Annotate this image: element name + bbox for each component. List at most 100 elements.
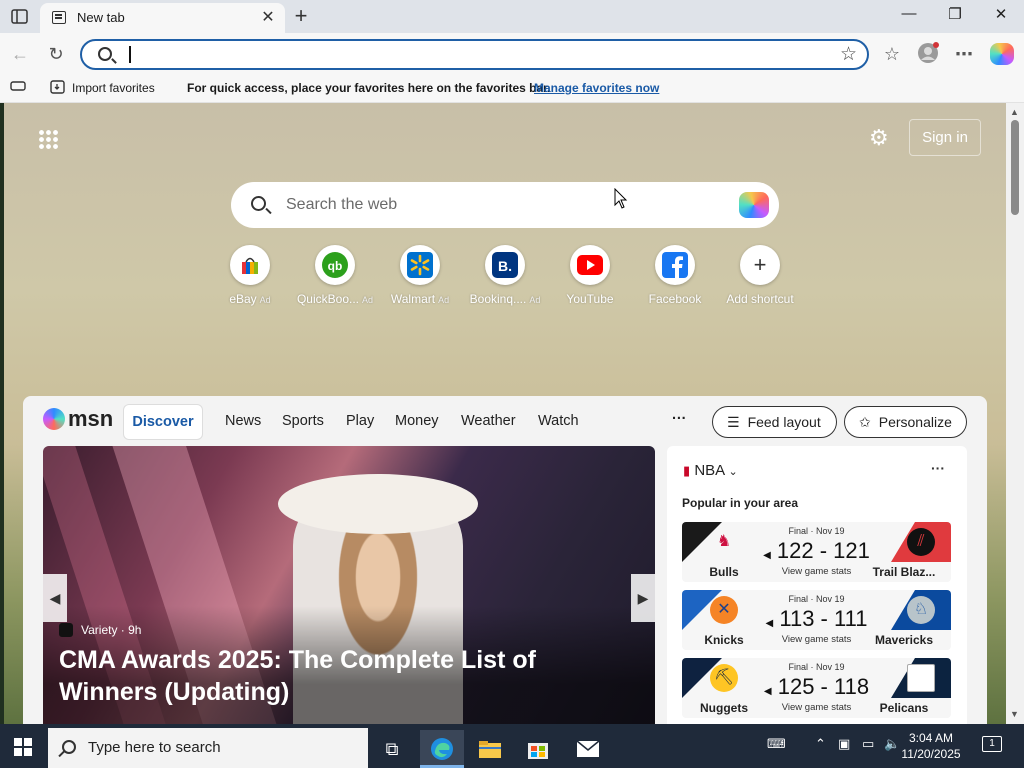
feed-layout-label: Feed layout bbox=[747, 414, 821, 430]
story-source-text: Variety · 9h bbox=[81, 623, 142, 637]
ad-badge: Ad bbox=[529, 295, 541, 305]
refresh-button[interactable]: ↻ bbox=[44, 42, 68, 66]
msn-logo[interactable]: msn bbox=[43, 406, 113, 432]
address-bar[interactable]: ☆ bbox=[80, 39, 869, 70]
chevron-down-icon: ⌄ bbox=[728, 466, 738, 478]
story-source: Variety · 9h bbox=[59, 623, 141, 637]
card-more-button[interactable]: ··· bbox=[931, 460, 945, 476]
home-team: Bulls bbox=[709, 565, 739, 579]
web-search-box[interactable]: Search the web bbox=[231, 182, 779, 228]
shortcut-facebook[interactable]: Facebook bbox=[635, 245, 715, 306]
favorites-button[interactable]: ☆ bbox=[880, 42, 904, 66]
search-icon bbox=[62, 740, 76, 754]
new-tab-icon bbox=[52, 11, 66, 24]
settings-more-button[interactable]: ⋯ bbox=[952, 42, 976, 66]
minimize-button[interactable]: — bbox=[897, 5, 921, 27]
game-card[interactable]: ♞ ⫽ Final · Nov 19 ◀ 122 - 121 View game… bbox=[682, 522, 951, 582]
feed-layout-button[interactable]: ☰ Feed layout bbox=[712, 406, 837, 438]
sign-in-button[interactable]: Sign in bbox=[909, 119, 981, 156]
page-scrollbar[interactable]: ▲ ▼ bbox=[1006, 103, 1024, 724]
carousel-prev-button[interactable]: ◀ bbox=[43, 574, 67, 622]
carousel-next-button[interactable]: ▶ bbox=[631, 574, 655, 622]
scroll-down-icon[interactable]: ▼ bbox=[1010, 709, 1019, 719]
league-selector[interactable]: ▮ NBA ⌄ bbox=[683, 462, 738, 479]
profile-button[interactable] bbox=[916, 42, 940, 66]
score-text: 125 - 118 bbox=[777, 674, 870, 699]
game-status: Final · Nov 19 bbox=[788, 526, 845, 536]
tab-play[interactable]: Play bbox=[346, 413, 374, 429]
copilot-icon[interactable] bbox=[739, 192, 769, 218]
import-favorites-button[interactable]: Import favorites bbox=[72, 81, 155, 95]
new-tab-button[interactable]: + bbox=[290, 3, 312, 29]
meet-now-icon[interactable]: ▣ bbox=[838, 736, 850, 752]
walmart-icon bbox=[400, 245, 440, 285]
booking-icon: B. bbox=[485, 245, 525, 285]
favorites-hint: For quick access, place your favorites h… bbox=[187, 81, 551, 95]
shortcut-label: Walmart bbox=[390, 292, 436, 306]
profile-avatar-icon bbox=[918, 42, 939, 63]
msn-logo-text: msn bbox=[68, 406, 114, 431]
import-icon bbox=[50, 79, 66, 98]
game-card[interactable]: ⛏ Final · Nov 19 ◀ 125 - 118 View game s… bbox=[682, 658, 951, 718]
microsoft-store-icon[interactable] bbox=[516, 730, 560, 768]
tab-news[interactable]: News bbox=[225, 413, 261, 429]
copilot-icon[interactable] bbox=[990, 43, 1014, 65]
shortcut-add[interactable]: + Add shortcut bbox=[720, 245, 800, 306]
shortcut-label: eBay bbox=[229, 292, 257, 306]
nba-logo-icon: ▮ bbox=[683, 463, 691, 478]
file-explorer-icon[interactable] bbox=[468, 730, 512, 768]
restore-button[interactable]: ❐ bbox=[943, 5, 967, 27]
sliders-icon: ☰ bbox=[727, 414, 740, 430]
tab-money[interactable]: Money bbox=[395, 413, 439, 429]
tab-actions-icon bbox=[11, 9, 28, 24]
hero-image-hat bbox=[278, 474, 478, 534]
task-view-icon[interactable]: ⧉ bbox=[370, 730, 414, 768]
shortcut-youtube[interactable]: YouTube bbox=[550, 245, 630, 306]
hero-story-card[interactable]: ◀ ▶ Variety · 9h CMA Awards 2025: The Co… bbox=[43, 446, 655, 724]
score-text: 122 - 121 bbox=[776, 538, 870, 563]
ad-badge: Ad bbox=[438, 295, 450, 305]
mail-icon[interactable] bbox=[566, 730, 610, 768]
tab-sports[interactable]: Sports bbox=[282, 413, 324, 429]
search-icon bbox=[251, 196, 266, 211]
tab-actions-button[interactable] bbox=[8, 6, 32, 28]
game-score: ◀ 125 - 118 bbox=[763, 674, 870, 699]
manage-favorites-link[interactable]: Manage favorites now bbox=[534, 81, 659, 95]
quickbooks-icon: qb bbox=[315, 245, 355, 285]
close-window-button[interactable]: ✕ bbox=[989, 5, 1013, 27]
network-icon[interactable]: ▭ bbox=[862, 736, 874, 752]
add-favorite-icon[interactable]: ☆ bbox=[840, 43, 857, 66]
windows-start-icon[interactable] bbox=[14, 738, 32, 756]
shortcut-walmart[interactable]: Walmart Ad bbox=[380, 245, 460, 306]
story-headline[interactable]: CMA Awards 2025: The Complete List of Wi… bbox=[59, 644, 639, 708]
tab-discover[interactable]: Discover bbox=[123, 404, 203, 440]
ebay-icon bbox=[230, 245, 270, 285]
more-tabs-button[interactable]: ··· bbox=[672, 411, 687, 427]
notification-center-icon[interactable]: 1 bbox=[982, 736, 1002, 752]
search-icon bbox=[98, 47, 112, 61]
edge-taskbar-icon[interactable] bbox=[420, 730, 464, 768]
home-team: Nuggets bbox=[700, 701, 748, 715]
page-settings-icon[interactable]: ⚙ bbox=[869, 125, 889, 151]
ad-badge: Ad bbox=[259, 295, 271, 305]
back-button[interactable]: ← bbox=[8, 42, 32, 66]
show-hidden-icons-icon[interactable]: ⌃ bbox=[815, 736, 826, 752]
tab-title: New tab bbox=[77, 10, 125, 25]
shortcut-ebay[interactable]: eBay Ad bbox=[210, 245, 290, 306]
scrollbar-thumb[interactable] bbox=[1011, 120, 1019, 215]
tab-weather[interactable]: Weather bbox=[461, 413, 516, 429]
tab-watch[interactable]: Watch bbox=[538, 413, 579, 429]
shortcut-booking[interactable]: B. Bookinq.... Ad bbox=[465, 245, 545, 306]
score-text: 113 - 111 bbox=[779, 606, 868, 631]
close-tab-icon[interactable]: ✕ bbox=[260, 7, 276, 27]
input-indicator-icon[interactable]: ⌨ bbox=[767, 736, 786, 752]
source-logo-icon bbox=[59, 623, 73, 637]
game-card[interactable]: ✕ ♘ Final · Nov 19 ◀ 113 - 111 View game… bbox=[682, 590, 951, 650]
scroll-up-icon[interactable]: ▲ bbox=[1010, 107, 1019, 117]
taskbar-search[interactable]: Type here to search bbox=[48, 728, 368, 768]
app-launcher-icon[interactable] bbox=[38, 129, 58, 149]
system-clock[interactable]: 3:04 AM 11/20/2025 bbox=[886, 730, 976, 762]
shortcut-quickbooks[interactable]: qb QuickBoo... Ad bbox=[295, 245, 375, 306]
personalize-button[interactable]: ✩ Personalize bbox=[844, 406, 967, 438]
browser-tab[interactable]: New tab ✕ bbox=[40, 3, 285, 33]
